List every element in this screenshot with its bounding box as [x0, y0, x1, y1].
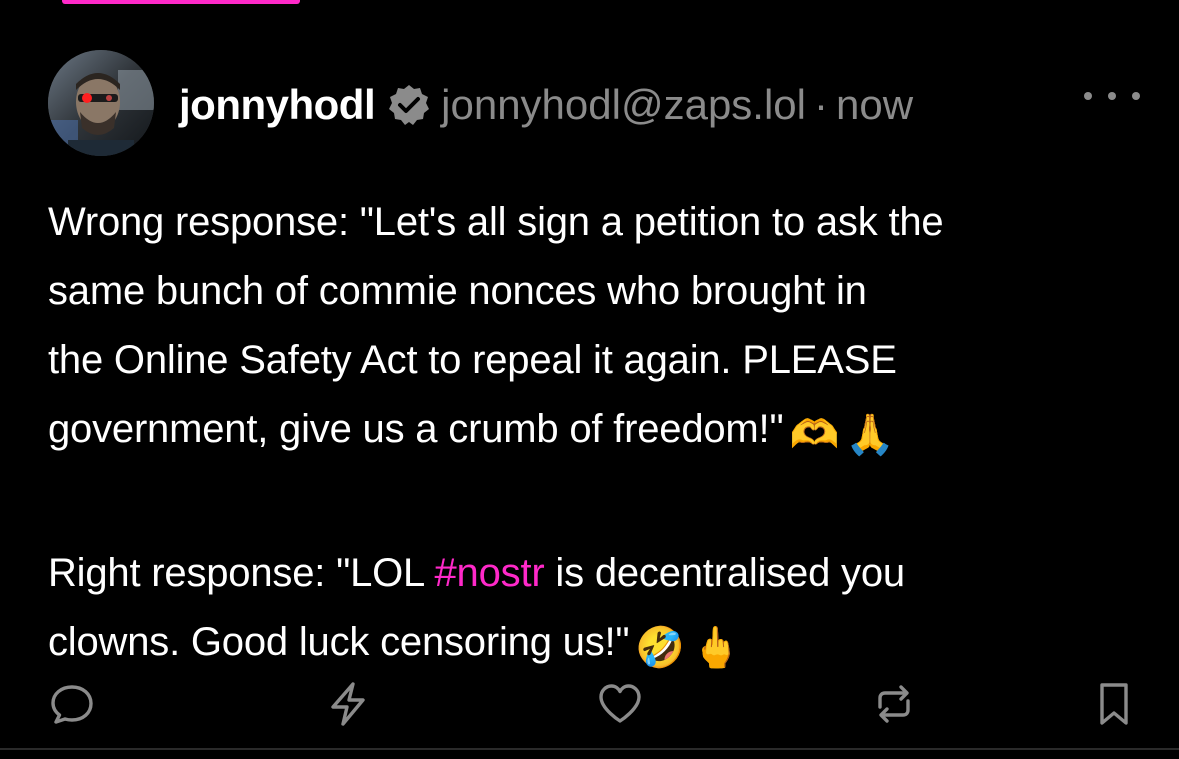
post-line-text: government, give us a crumb of freedom!": [48, 407, 784, 451]
post-line-text: Right response: "LOL: [48, 551, 435, 595]
author-line: jonnyhodl jonnyhodl@zaps.lol · now: [179, 80, 913, 130]
separator-dot: ·: [814, 81, 828, 128]
avatar[interactable]: [48, 50, 154, 156]
more-options-icon[interactable]: [1084, 84, 1140, 108]
post-timestamp: now: [836, 81, 914, 128]
post-line-text: clowns. Good luck censoring us!": [48, 620, 630, 664]
hashtag-link[interactable]: #nostr: [435, 551, 545, 595]
folded-hands-emoji: 🙏: [845, 413, 895, 457]
active-tab-indicator: [62, 0, 300, 4]
post-line: clowns. Good luck censoring us!" 🤣 🖕: [48, 608, 1158, 683]
verified-badge-icon: [387, 83, 431, 127]
post-content: Wrong response: "Let's all sign a petiti…: [48, 188, 1158, 683]
note-view: jonnyhodl jonnyhodl@zaps.lol · now Wrong…: [0, 0, 1179, 759]
more-dot: [1084, 92, 1092, 100]
zap-icon[interactable]: [324, 680, 372, 728]
post-actions: [48, 680, 1138, 730]
reply-icon[interactable]: [48, 680, 96, 728]
post-line-text: is decentralised you: [544, 551, 905, 595]
bookmark-icon[interactable]: [1090, 680, 1138, 728]
post-line: Right response: "LOL #nostr is decentral…: [48, 539, 1158, 608]
author-display-name[interactable]: jonnyhodl: [179, 81, 376, 129]
middle-finger-emoji: 🖕: [691, 626, 741, 670]
post-line: same bunch of commie nonces who brought …: [48, 269, 867, 313]
rolling-laughing-emoji: 🤣: [635, 626, 686, 670]
more-dot: [1108, 92, 1116, 100]
like-icon[interactable]: [596, 680, 644, 728]
more-dot: [1132, 92, 1140, 100]
post-line: the Online Safety Act to repeal it again…: [48, 338, 897, 382]
post-divider: [0, 748, 1179, 750]
post-line: government, give us a crumb of freedom!"…: [48, 395, 1158, 470]
heart-hands-emoji: 🫶: [789, 413, 840, 457]
post-header: jonnyhodl jonnyhodl@zaps.lol · now: [48, 50, 1148, 160]
author-handle[interactable]: jonnyhodl@zaps.lol: [441, 81, 806, 129]
post-line: Wrong response: "Let's all sign a petiti…: [48, 200, 944, 244]
repost-icon[interactable]: [870, 680, 918, 728]
